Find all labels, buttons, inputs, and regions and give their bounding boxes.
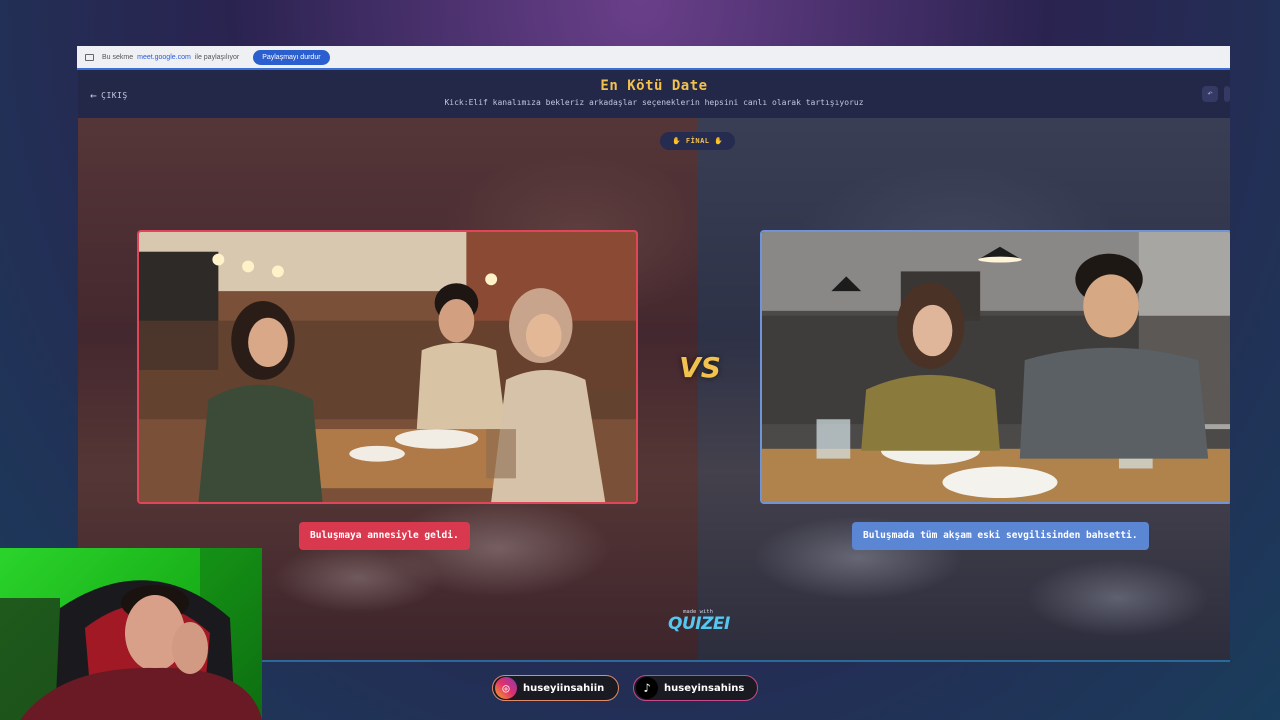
instagram-handle-badge[interactable]: ◎ huseyiinsahiin <box>492 675 619 701</box>
page-title: En Kötü Date <box>600 78 708 94</box>
quizei-logo: QUIZEI <box>668 614 730 634</box>
share-domain: meet.google.com <box>137 53 191 61</box>
tiktok-icon: ♪ <box>636 677 658 699</box>
right-option-caption[interactable]: Buluşmada tüm akşam eski sevgilisinden b… <box>852 522 1149 550</box>
screen-share-bar: Bu sekme meet.google.com ile paylaşılıyo… <box>77 46 1230 70</box>
versus-icon: VS <box>679 351 721 384</box>
right-option-image[interactable] <box>760 230 1230 504</box>
restaurant-scene-ex <box>762 232 1230 502</box>
share-text-after: ile paylaşılıyor <box>194 53 240 61</box>
instagram-icon: ◎ <box>495 677 517 699</box>
share-text-before: Bu sekme <box>102 53 134 61</box>
undo-icon[interactable]: ↶ <box>1202 86 1218 102</box>
streamer-video <box>0 548 262 720</box>
stop-sharing-button[interactable]: Paylaşmayı durdur <box>253 49 330 65</box>
left-option-caption[interactable]: Buluşmaya annesiyle geldi. <box>299 522 470 550</box>
tiktok-handle: huseyinsahins <box>664 682 745 694</box>
menu-icon[interactable] <box>1224 86 1230 102</box>
webcam-overlay <box>0 548 262 720</box>
made-with-badge[interactable]: made with QUIZEI <box>668 609 730 634</box>
app-header: ← ÇIKIŞ En Kötü Date Kick:Elif kanalımız… <box>78 70 1230 118</box>
restaurant-scene-mother <box>139 232 636 502</box>
left-option-image[interactable] <box>137 230 638 504</box>
round-badge: ✋ FİNAL ✋ <box>660 132 736 150</box>
monitor-icon <box>85 53 94 61</box>
tiktok-handle-badge[interactable]: ♪ huseyinsahins <box>633 675 758 701</box>
page-subtitle: Kick:Elif kanalımıza bekleriz arkadaşlar… <box>444 98 864 107</box>
instagram-handle: huseyiinsahiin <box>523 682 605 694</box>
